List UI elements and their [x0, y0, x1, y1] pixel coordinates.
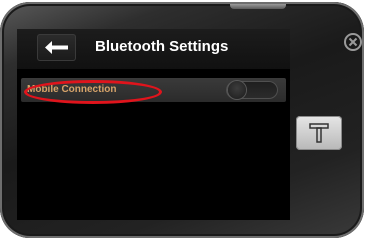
highlight-ring: [24, 80, 162, 104]
toggle-knob: [228, 81, 246, 99]
page-title: Bluetooth Settings: [95, 38, 229, 55]
mobile-connection-toggle[interactable]: [226, 81, 278, 99]
arrow-left-icon: [45, 41, 68, 54]
side-button[interactable]: [296, 116, 342, 150]
close-button[interactable]: [343, 32, 363, 52]
t-shape-icon: [309, 123, 329, 143]
device-frame: Bluetooth Settings Mobile Connection: [0, 2, 364, 238]
circle-x-icon: [344, 33, 362, 51]
back-button[interactable]: [37, 34, 76, 61]
header-bar: Bluetooth Settings: [17, 29, 290, 69]
top-notch: [230, 4, 286, 9]
device-screen: Bluetooth Settings Mobile Connection: [17, 29, 290, 220]
